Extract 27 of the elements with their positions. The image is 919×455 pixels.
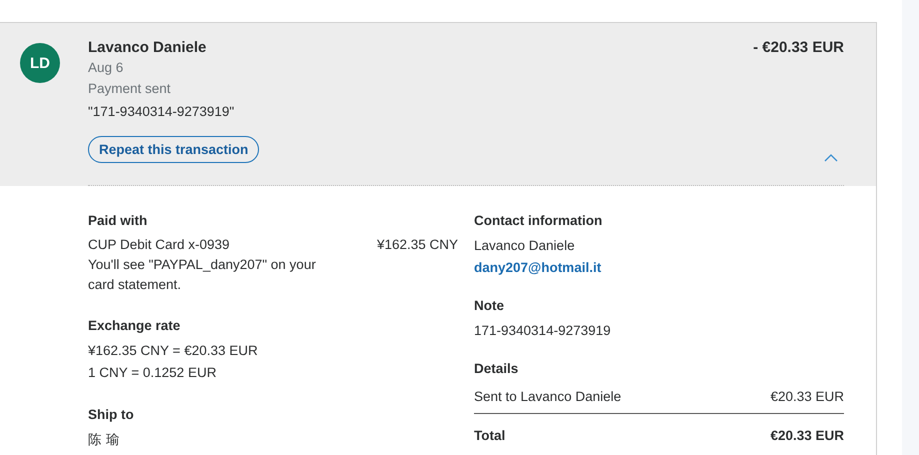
detail-label: Sent to Lavanco Daniele bbox=[474, 388, 622, 406]
total-label: Total bbox=[474, 427, 506, 445]
payee-name: Lavanco Daniele bbox=[88, 39, 206, 57]
exchange-rate-line: ¥162.35 CNY = €20.33 EUR bbox=[88, 342, 259, 360]
section-heading: Note bbox=[474, 297, 505, 315]
section-heading: Exchange rate bbox=[88, 317, 182, 335]
email-link[interactable]: dany207@hotmail.it bbox=[474, 257, 844, 279]
repeat-button[interactable]: Repeat this transaction bbox=[88, 136, 260, 163]
section-heading: Contact information bbox=[474, 212, 604, 230]
payment-amount: ¥162.35 CNY bbox=[376, 236, 458, 254]
note-text: 171-9340314-9273919 bbox=[474, 322, 612, 340]
exchange-rate-line: 1 CNY = 0.1252 EUR bbox=[88, 364, 218, 382]
section-heading: Paid with bbox=[88, 212, 148, 230]
transaction-amount: - €20.33 EUR bbox=[753, 39, 844, 57]
transaction-status: Payment sent bbox=[88, 80, 171, 98]
detail-value: €20.33 EUR bbox=[770, 388, 844, 406]
chevron-icon[interactable] bbox=[824, 154, 838, 162]
avatar: LD bbox=[20, 43, 60, 83]
transaction-date: Aug 6 bbox=[88, 59, 124, 77]
ship-to-name: 陈 瑜 bbox=[88, 431, 121, 449]
transaction-reference: "171-9340314-9273919" bbox=[88, 103, 234, 121]
payment-method: CUP Debit Card x-0939 bbox=[88, 236, 230, 254]
section-heading: Details bbox=[474, 360, 520, 378]
section-heading: Ship to bbox=[88, 406, 135, 424]
contact-name: Lavanco Daniele bbox=[474, 237, 576, 255]
total-value: €20.33 EUR bbox=[770, 427, 844, 445]
statement-note: You'll see "PAYPAL_dany207" on your card statement. bbox=[88, 256, 317, 294]
